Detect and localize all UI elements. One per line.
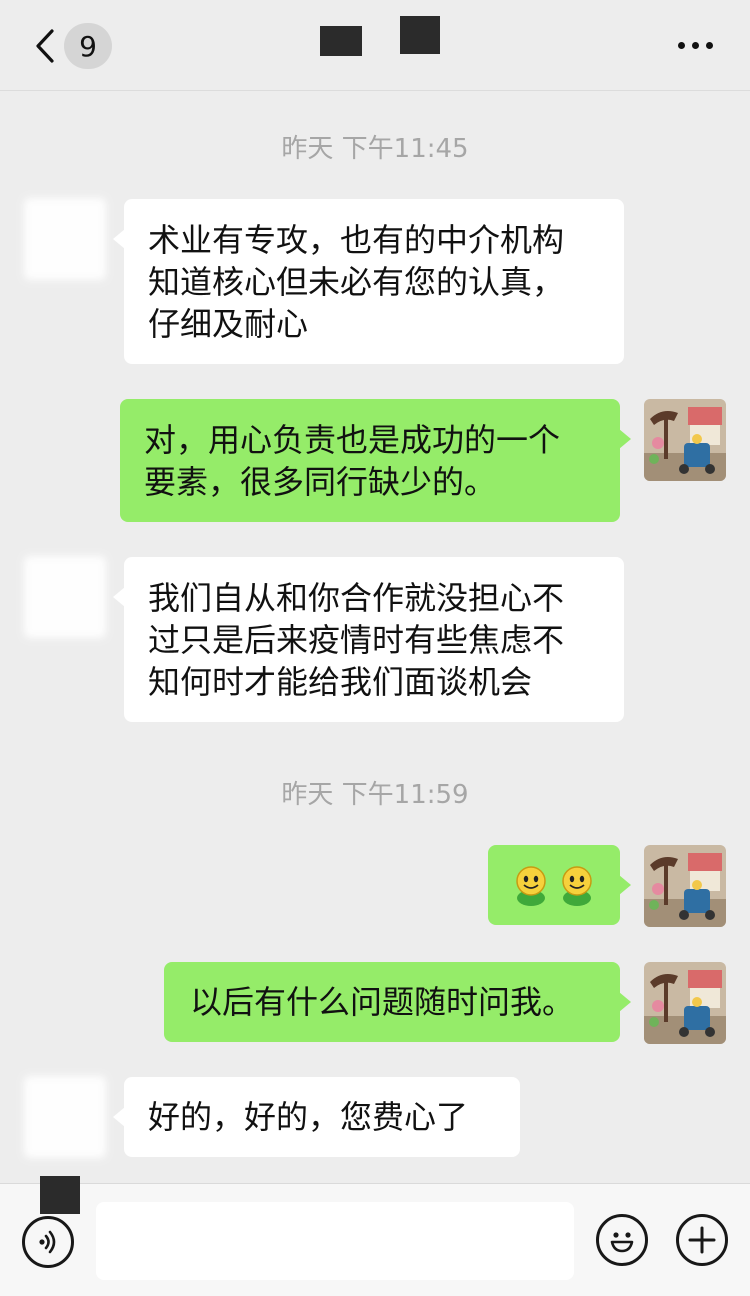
avatar-picture-icon bbox=[644, 399, 726, 481]
message-line: 我们自从和你合作就没担心不 bbox=[148, 579, 565, 617]
message-line: 仔细及耐心 bbox=[148, 305, 309, 343]
more-functions-button[interactable] bbox=[676, 1214, 728, 1266]
dot bbox=[677, 41, 685, 49]
message-bubble-received[interactable]: 好的，好的，您费心了 bbox=[113, 1077, 520, 1157]
redaction-block bbox=[400, 16, 440, 54]
emoji-button[interactable] bbox=[596, 1214, 648, 1266]
message-line: 术业有专攻，也有的中介机构 bbox=[148, 221, 565, 259]
my-avatar[interactable] bbox=[644, 845, 726, 927]
timestamp: 昨天 下午11:45 bbox=[281, 134, 469, 164]
chat-header: 9 bbox=[0, 0, 750, 91]
message-line: 知何时才能给我们面谈机会 bbox=[148, 663, 533, 701]
emoji-row bbox=[488, 845, 620, 925]
contact-avatar[interactable] bbox=[24, 198, 106, 280]
contact-avatar[interactable] bbox=[24, 556, 106, 638]
message-line: 对，用心负责也是成功的一个 bbox=[144, 421, 561, 459]
message-line: 以后有什么问题随时问我。 bbox=[190, 983, 575, 1021]
redaction-block bbox=[40, 1176, 80, 1214]
message-bubble-received[interactable]: 术业有专攻，也有的中介机构 知道核心但未必有您的认真， 仔细及耐心 bbox=[113, 199, 624, 364]
message-bubble-sent[interactable]: 以后有什么问题随时问我。 bbox=[164, 962, 631, 1042]
message-line: 要素，很多同行缺少的。 bbox=[144, 463, 497, 501]
dot bbox=[705, 41, 713, 49]
message-input[interactable] bbox=[96, 1202, 574, 1280]
unread-count-badge[interactable]: 9 bbox=[64, 23, 112, 69]
my-avatar[interactable] bbox=[644, 962, 726, 1044]
chevron-left-icon bbox=[36, 29, 54, 63]
message-bubble-received[interactable]: 我们自从和你合作就没担心不 过只是后来疫情时有些焦虑不 知何时才能给我们面谈机会 bbox=[113, 557, 624, 722]
dot bbox=[691, 41, 699, 49]
voice-button[interactable] bbox=[22, 1216, 74, 1268]
avatar-picture-icon bbox=[644, 962, 726, 1044]
chat-title bbox=[280, 16, 480, 74]
smiley-face-emoji bbox=[516, 866, 546, 906]
voice-icon bbox=[39, 1230, 56, 1254]
redaction-block bbox=[320, 26, 362, 56]
emoji-icon bbox=[610, 1232, 634, 1253]
message-line: 知道核心但未必有您的认真， bbox=[148, 263, 565, 301]
avatar-picture-icon bbox=[644, 845, 726, 927]
plus-icon bbox=[688, 1226, 716, 1254]
my-avatar[interactable] bbox=[644, 399, 726, 481]
more-options-button[interactable] bbox=[670, 30, 720, 60]
message-bubble-sent[interactable]: 对，用心负责也是成功的一个 要素，很多同行缺少的。 bbox=[120, 399, 631, 522]
timestamp: 昨天 下午11:59 bbox=[281, 780, 469, 810]
message-line: 过只是后来疫情时有些焦虑不 bbox=[148, 621, 565, 659]
message-bubble-sent[interactable] bbox=[488, 845, 631, 925]
input-bar bbox=[0, 1183, 750, 1296]
message-line: 好的，好的，您费心了 bbox=[148, 1098, 469, 1136]
back-button[interactable] bbox=[30, 24, 60, 68]
smiley-face-emoji bbox=[562, 866, 592, 906]
contact-avatar[interactable] bbox=[24, 1076, 106, 1158]
